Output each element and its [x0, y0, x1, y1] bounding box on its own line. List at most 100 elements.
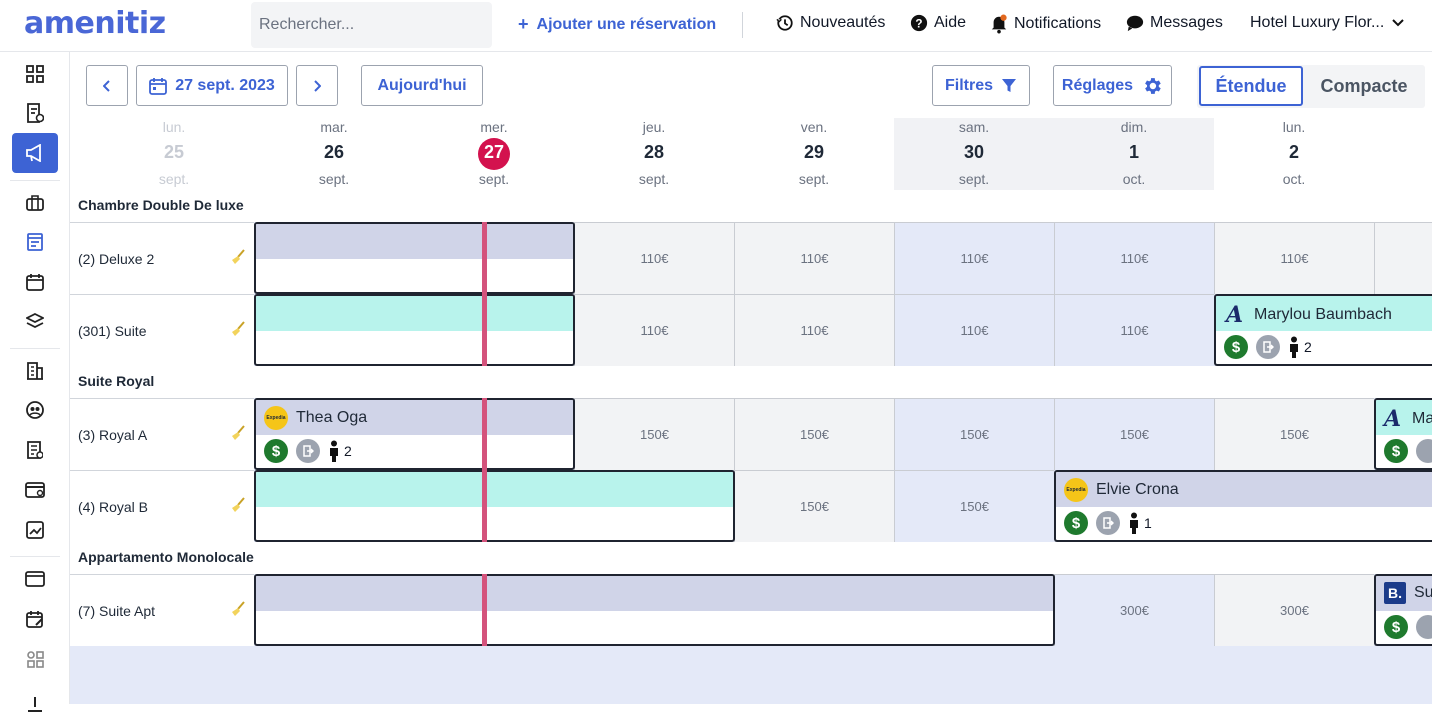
- price-cell[interactable]: 110€: [1054, 222, 1214, 294]
- booking-block[interactable]: A Marylou Baumbach $ 2: [1214, 294, 1432, 366]
- next-button[interactable]: [296, 65, 338, 106]
- price-cell[interactable]: 110€: [1214, 222, 1374, 294]
- price-cell[interactable]: 110€: [734, 222, 894, 294]
- sidebar-item-marketing[interactable]: [12, 133, 58, 173]
- booking-block[interactable]: B. Su $: [1374, 574, 1432, 646]
- booking-block[interactable]: [254, 574, 1055, 646]
- today-button[interactable]: Aujourd'hui: [361, 65, 483, 106]
- room-label[interactable]: (3) Royal A: [70, 398, 254, 470]
- price-cell[interactable]: 150€: [894, 470, 1054, 542]
- guest-count-value: 2: [1304, 339, 1312, 355]
- search-input[interactable]: [251, 2, 492, 48]
- sidebar-divider: [10, 348, 60, 349]
- price-cell[interactable]: 110€: [894, 222, 1054, 294]
- briefcase-icon: [26, 195, 44, 211]
- room-category-header: Chambre Double De luxe: [70, 190, 1432, 222]
- price-cell[interactable]: 110€: [574, 294, 734, 366]
- booking-com-icon: B.: [1384, 582, 1406, 604]
- checkin-icon: [1256, 335, 1280, 359]
- sidebar-item-invoices[interactable]: [12, 93, 58, 133]
- price-cell[interactable]: 150€: [734, 398, 894, 470]
- sidebar-item-billing[interactable]: [12, 430, 58, 470]
- sidebar-item-reports[interactable]: [12, 510, 58, 550]
- sidebar-item-customers[interactable]: [12, 390, 58, 430]
- nav-whats-new[interactable]: Nouveautés: [776, 14, 885, 32]
- price-cell[interactable]: 150€: [734, 470, 894, 542]
- price-cell[interactable]: 300€: [1214, 574, 1374, 646]
- price-cell[interactable]: 150€: [1054, 398, 1214, 470]
- day-month: sept.: [798, 171, 830, 187]
- view-compact-button[interactable]: Compacte: [1305, 66, 1423, 106]
- checkin-icon: [1416, 439, 1432, 463]
- price-cell[interactable]: 110€: [734, 294, 894, 366]
- day-number: 26: [323, 142, 345, 162]
- broom-icon[interactable]: [230, 425, 246, 441]
- day-month: sept.: [478, 171, 510, 187]
- booking-title: Expedia Elvie Crona: [1064, 478, 1179, 502]
- broom-icon[interactable]: [230, 497, 246, 513]
- day-header: jeu. 28 sept.: [574, 118, 734, 190]
- sidebar-item-booking-engine[interactable]: [12, 599, 58, 639]
- guest-count-value: 2: [344, 443, 352, 459]
- room-planning-grid: Chambre Double De luxe (2) Deluxe 2 110€…: [70, 190, 1432, 704]
- view-extended-button[interactable]: Étendue: [1199, 66, 1303, 106]
- nav-messages[interactable]: Messages: [1126, 14, 1223, 32]
- price-cell[interactable]: 150€: [894, 398, 1054, 470]
- broom-icon[interactable]: [230, 249, 246, 265]
- price-cell[interactable]: 110€: [894, 294, 1054, 366]
- day-of-week: jeu.: [642, 119, 666, 135]
- sidebar-item-calendar[interactable]: [12, 262, 58, 302]
- person-icon: [1290, 336, 1298, 358]
- day-header: lun. 2 oct.: [1214, 118, 1374, 190]
- booking-block[interactable]: [254, 222, 575, 294]
- sidebar-item-apps[interactable]: [12, 639, 58, 679]
- sidebar-item-dashboard[interactable]: [12, 54, 58, 94]
- booking-block[interactable]: Expedia Thea Oga $ 2: [254, 398, 575, 470]
- price-cell[interactable]: 150€: [1214, 398, 1374, 470]
- price-cell[interactable]: 110€: [574, 222, 734, 294]
- booking-block[interactable]: Expedia Elvie Crona $ 1: [1054, 470, 1432, 542]
- broom-icon[interactable]: [230, 601, 246, 617]
- sidebar-item-more[interactable]: [12, 684, 58, 724]
- sidebar-item-website[interactable]: [12, 559, 58, 599]
- settings-label: Réglages: [1061, 76, 1134, 94]
- price-cell[interactable]: 150€: [574, 398, 734, 470]
- booking-block[interactable]: A Ma $: [1374, 398, 1432, 470]
- day-of-week: ven.: [800, 119, 828, 135]
- sidebar-item-services[interactable]: [12, 183, 58, 223]
- hotel-selector[interactable]: Hotel Luxury Flor...: [1250, 14, 1404, 32]
- price-cell[interactable]: 300€: [1054, 574, 1214, 646]
- nav-help[interactable]: ? Aide: [910, 14, 966, 32]
- room-label[interactable]: (301) Suite: [70, 294, 254, 366]
- price-cell[interactable]: 110€: [1054, 294, 1214, 366]
- price-cell[interactable]: [1374, 222, 1432, 294]
- booking-block[interactable]: [254, 470, 735, 542]
- window-icon: [25, 571, 45, 587]
- room-name: (7) Suite Apt: [78, 603, 156, 619]
- expedia-icon: Expedia: [1064, 478, 1088, 502]
- today-line: [482, 470, 487, 542]
- room-label[interactable]: (2) Deluxe 2: [70, 222, 254, 294]
- chevron-down-icon: [1392, 19, 1404, 27]
- broom-icon[interactable]: [230, 321, 246, 337]
- sidebar-item-forms[interactable]: [12, 222, 58, 262]
- day-of-week: mar.: [320, 119, 348, 135]
- paid-icon: $: [1064, 511, 1088, 535]
- sidebar-item-payments[interactable]: [12, 470, 58, 510]
- paid-icon: $: [1224, 335, 1248, 359]
- room-row: (4) Royal B 150€ 150€ Expedia Elvie Crona…: [70, 470, 1432, 542]
- amenitiz-logo[interactable]: amenitiz: [24, 6, 166, 41]
- room-label[interactable]: (7) Suite Apt: [70, 574, 254, 646]
- nav-notifications[interactable]: Notifications: [990, 14, 1101, 34]
- booking-block[interactable]: [254, 294, 575, 366]
- day-of-week: mer.: [480, 119, 508, 135]
- add-reservation-link[interactable]: + Ajouter une réservation: [518, 14, 716, 35]
- previous-button[interactable]: [86, 65, 128, 106]
- settings-button[interactable]: Réglages: [1053, 65, 1172, 106]
- sidebar-item-property[interactable]: [12, 351, 58, 391]
- room-label[interactable]: (4) Royal B: [70, 470, 254, 542]
- date-picker-button[interactable]: 27 sept. 2023: [136, 65, 288, 106]
- sidebar-item-layers[interactable]: [12, 302, 58, 342]
- filters-button[interactable]: Filtres: [932, 65, 1030, 106]
- apps-icon: [27, 651, 44, 668]
